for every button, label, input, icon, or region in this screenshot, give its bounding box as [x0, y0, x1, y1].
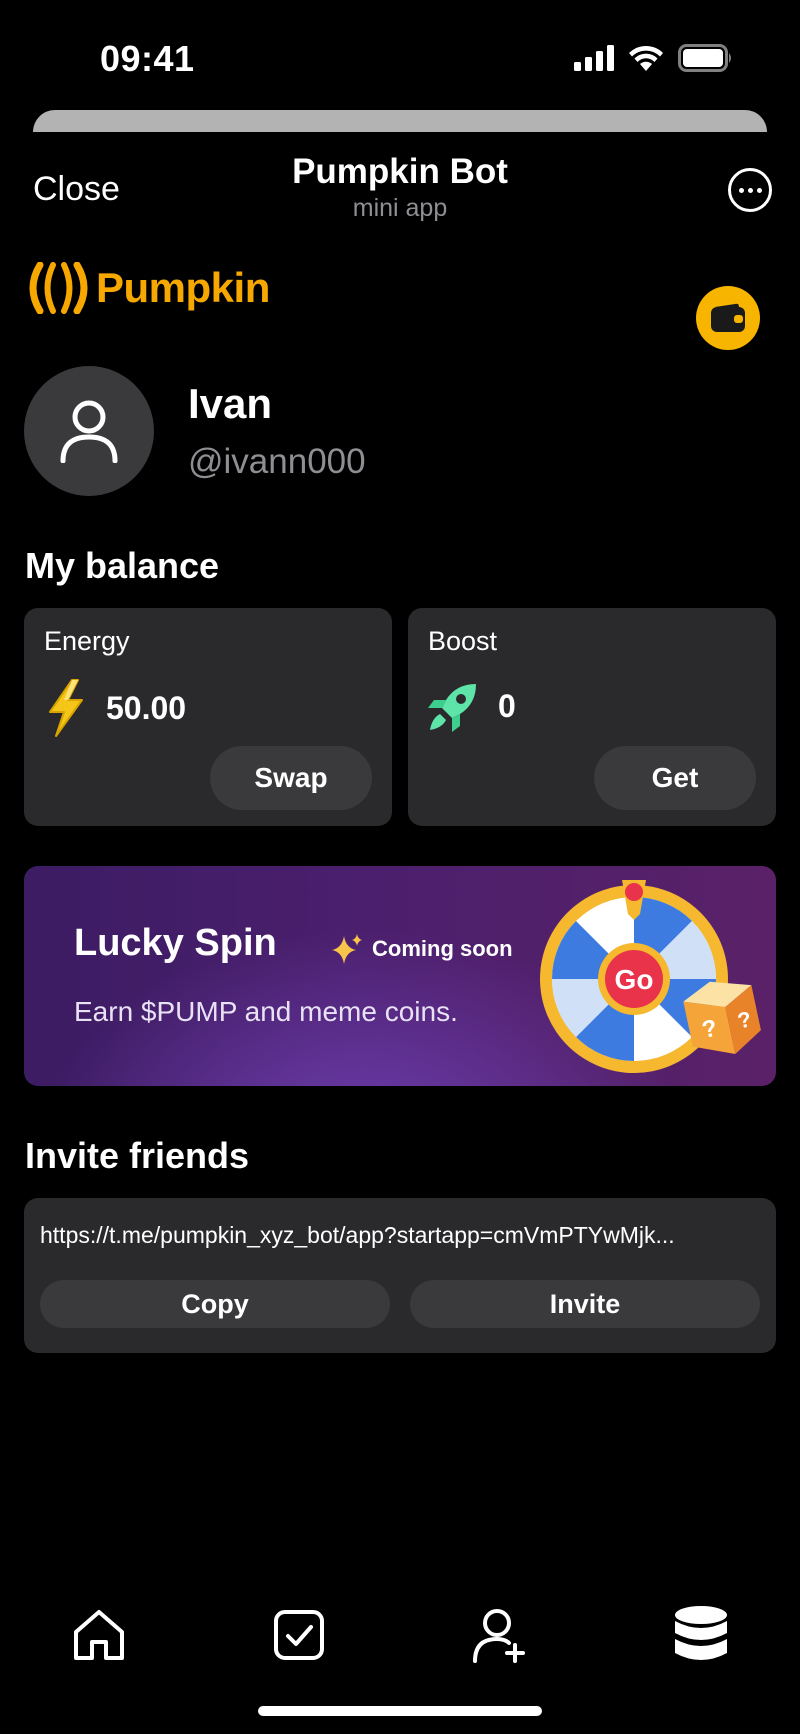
- mini-app-header: Close Pumpkin Bot mini app: [0, 132, 800, 242]
- more-options-icon[interactable]: [728, 168, 772, 212]
- boost-card: Boost 0 Get: [408, 608, 776, 826]
- profile-section: Ivan @ivann000: [24, 366, 366, 496]
- cellular-signal-icon: [574, 45, 614, 71]
- get-button[interactable]: Get: [594, 746, 756, 810]
- energy-label: Energy: [44, 626, 130, 656]
- add-friend-icon: [473, 1609, 525, 1663]
- tasks-icon: [274, 1610, 324, 1660]
- swap-button[interactable]: Swap: [210, 746, 372, 810]
- app-subtitle: mini app: [352, 194, 448, 222]
- rocket-icon: [428, 684, 476, 732]
- profile-name: Ivan: [188, 380, 273, 427]
- tab-coins[interactable]: [666, 1600, 736, 1670]
- tab-home[interactable]: [64, 1600, 134, 1670]
- home-icon: [74, 1610, 124, 1660]
- brand-logo: Pumpkin: [24, 262, 270, 314]
- copy-button[interactable]: Copy: [40, 1280, 390, 1328]
- user-icon: [60, 400, 118, 463]
- coming-soon-label: Coming soon: [372, 936, 513, 961]
- pumpkin-logo-icon: [29, 262, 88, 314]
- app-title: Pumpkin Bot: [292, 152, 508, 191]
- coming-soon-badge: Coming soon: [330, 932, 513, 966]
- sparkles-icon: [332, 934, 362, 964]
- invite-section-title: Invite friends: [25, 1135, 250, 1176]
- boost-label: Boost: [428, 626, 498, 656]
- profile-username: @ivann000: [188, 442, 366, 481]
- energy-card: Energy 50.00 Swap: [24, 608, 392, 826]
- wifi-icon: [629, 45, 663, 71]
- invite-button[interactable]: Invite: [410, 1280, 760, 1328]
- wheel-go-label: Go: [615, 964, 654, 995]
- lightning-icon: [49, 679, 83, 737]
- energy-value: 50.00: [106, 689, 187, 726]
- invite-link[interactable]: https://t.me/pumpkin_xyz_bot/app?startap…: [40, 1222, 760, 1249]
- lucky-spin-banner[interactable]: Lucky Spin Coming soon Earn $PUMP and me…: [24, 866, 776, 1086]
- status-time: 09:41: [100, 38, 195, 79]
- invite-card: https://t.me/pumpkin_xyz_bot/app?startap…: [24, 1198, 776, 1353]
- prize-wheel-illustration: Go ? ?: [540, 880, 761, 1073]
- battery-icon: [678, 44, 731, 72]
- tab-bar: [0, 1600, 800, 1690]
- lucky-spin-subtitle: Earn $PUMP and meme coins.: [74, 996, 458, 1027]
- status-icons: [574, 44, 734, 72]
- tab-friends[interactable]: [464, 1600, 534, 1670]
- brand-name: Pumpkin: [96, 264, 270, 311]
- home-indicator[interactable]: [258, 1706, 542, 1716]
- tab-tasks[interactable]: [264, 1600, 334, 1670]
- sheet-handle[interactable]: [33, 110, 767, 132]
- boost-value: 0: [498, 687, 516, 724]
- wallet-icon: [711, 303, 745, 332]
- wallet-button[interactable]: [696, 286, 760, 350]
- coins-icon: [675, 1606, 727, 1660]
- status-bar: 09:41: [0, 0, 800, 110]
- balance-section-title: My balance: [25, 545, 220, 586]
- avatar[interactable]: [24, 366, 154, 496]
- lucky-spin-title: Lucky Spin: [74, 922, 277, 964]
